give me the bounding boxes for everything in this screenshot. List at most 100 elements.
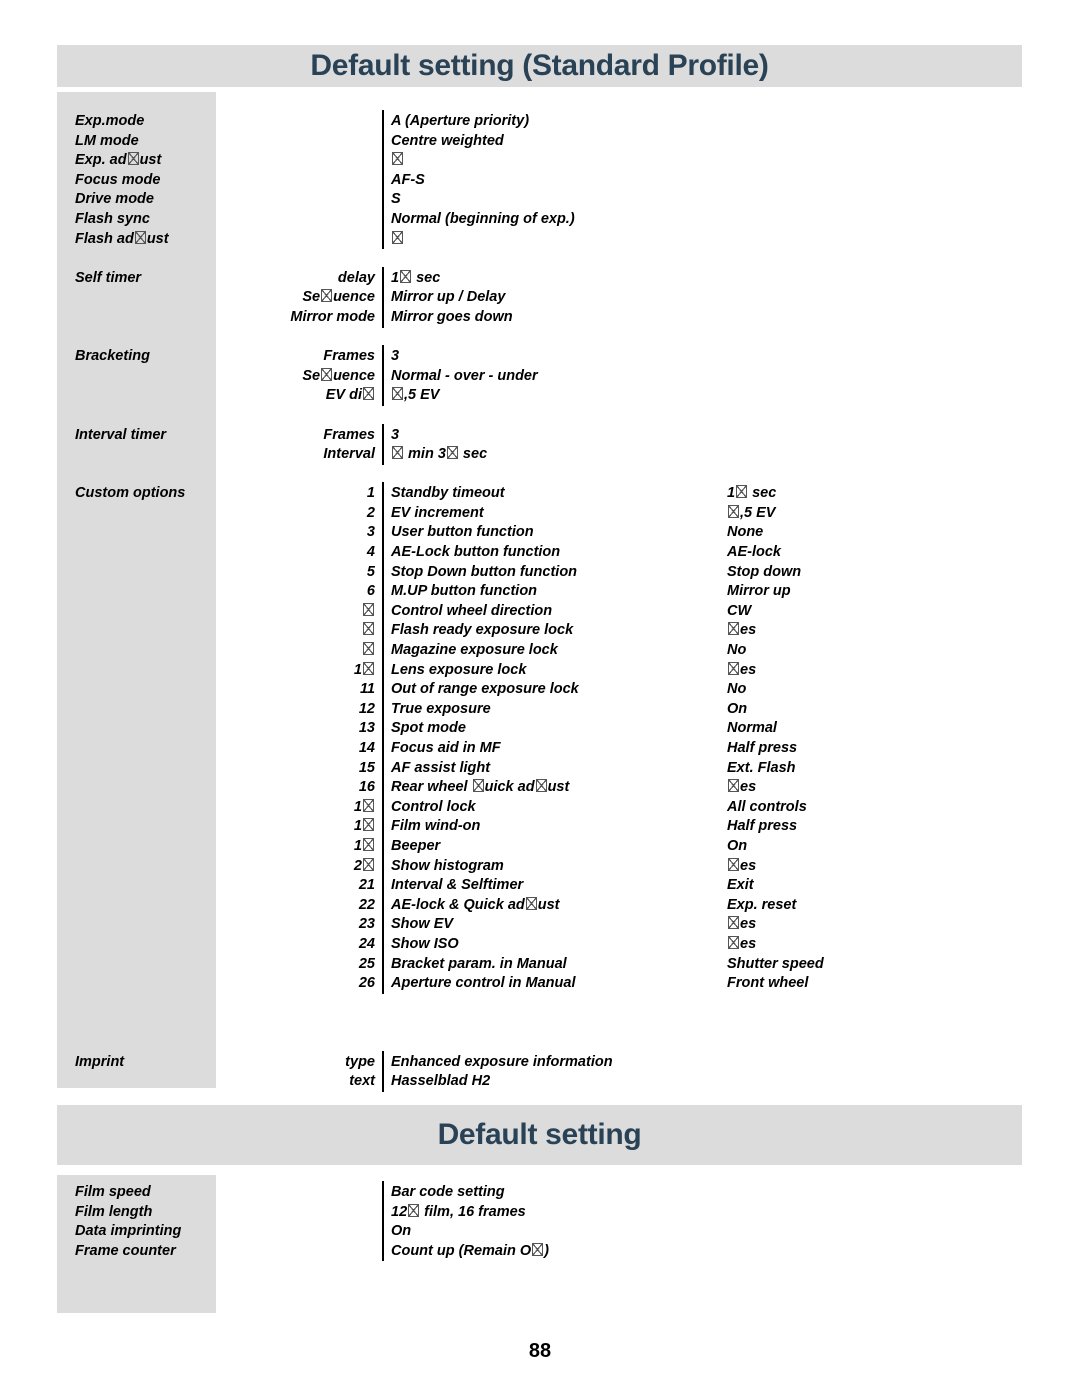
setting-value: Interval & Selftimer xyxy=(391,877,524,894)
table-row: 11 Out of range exposure lock No xyxy=(0,680,1080,700)
missing-glyph-box xyxy=(728,779,739,793)
missing-glyph-box xyxy=(728,661,739,675)
setting-index: 6 xyxy=(366,583,375,600)
column-divider xyxy=(382,482,384,994)
setting-index: 1 xyxy=(296,837,375,857)
setting-value: Normal - over - under xyxy=(391,367,538,384)
setting-value: M.UP button function xyxy=(391,583,538,600)
table-row: 1 Film wind-on Half press xyxy=(0,817,1080,837)
setting-label: Flash sync xyxy=(75,210,150,227)
setting-value-secondary: es xyxy=(727,778,756,798)
table-row xyxy=(0,994,1080,1014)
table-row: EV di ,5 EV xyxy=(0,386,1080,406)
setting-index: 24 xyxy=(358,935,375,952)
setting-value: Bracket param. in Manual xyxy=(391,955,567,972)
table-row: 22 AE-lock & Quick ad ust Exp. reset xyxy=(0,896,1080,916)
setting-value: Control wheel direction xyxy=(391,602,553,619)
missing-glyph-box xyxy=(408,1203,420,1217)
setting-value: Show EV xyxy=(391,916,454,933)
setting-value: Bar code setting xyxy=(391,1184,505,1200)
table-row: Custom options 1 Standby timeout 1 sec xyxy=(0,484,1080,504)
table-row: Frame counter Count up (Remain O) xyxy=(0,1242,1080,1262)
setting-value: 3 xyxy=(391,348,400,365)
setting-label: Custom options xyxy=(75,485,186,502)
setting-value: Count up (Remain O) xyxy=(391,1242,550,1259)
setting-index: 23 xyxy=(358,916,375,933)
missing-glyph-box xyxy=(446,446,458,460)
setting-index: 26 xyxy=(358,975,375,992)
missing-glyph-box xyxy=(728,857,739,871)
table-row: 21 Interval & Selftimer Exit xyxy=(0,876,1080,896)
setting-label: Film length xyxy=(75,1203,153,1220)
setting-index: 16 xyxy=(358,779,375,796)
setting-value: Control lock xyxy=(391,798,476,815)
missing-glyph-box xyxy=(363,622,374,636)
missing-glyph-box xyxy=(363,387,374,401)
missing-glyph-box xyxy=(392,446,403,460)
table-row: 4 AE-Lock button function AE-lock xyxy=(0,543,1080,563)
table-row: Interval timer Frames 3 xyxy=(0,426,1080,446)
missing-glyph-box xyxy=(736,485,748,499)
setting-value-secondary: es xyxy=(727,857,756,877)
setting-value: Spot mode xyxy=(391,720,466,737)
missing-glyph-box xyxy=(532,1242,544,1256)
table-row: Data imprinting On xyxy=(0,1222,1080,1242)
setting-value: Focus aid in MF xyxy=(391,740,501,756)
table-row xyxy=(0,465,1080,485)
table-row: 15 AF assist light Ext. Flash xyxy=(0,759,1080,779)
table-row: LM mode Centre weighted xyxy=(0,132,1080,152)
missing-glyph-box xyxy=(321,289,333,303)
setting-value: Normal (beginning of exp.) xyxy=(391,210,575,227)
setting-value: AF-S xyxy=(391,171,425,188)
setting-index: 2 xyxy=(366,504,375,521)
missing-glyph-box xyxy=(363,661,374,675)
setting-sublabel: Interval xyxy=(323,446,375,463)
setting-value: ,5 EV xyxy=(391,386,439,406)
setting-value: Beeper xyxy=(391,837,441,854)
setting-value: 1 sec xyxy=(391,269,441,286)
setting-value: Flash ready exposure lock xyxy=(391,622,574,639)
table-row: 25 Bracket param. in Manual Shutter speed xyxy=(0,955,1080,975)
table-row: 26 Aperture control in Manual Front wheel xyxy=(0,974,1080,994)
settings-table-film: Film speed Bar code setting Film length 12 … xyxy=(0,1183,1080,1261)
column-divider xyxy=(382,1181,384,1262)
setting-index xyxy=(296,602,375,622)
setting-value-secondary: Shutter speed xyxy=(727,955,824,972)
setting-value-secondary: On xyxy=(727,700,748,717)
table-row: Exp. ad ust xyxy=(0,151,1080,171)
table-row: Film speed Bar code setting xyxy=(0,1183,1080,1203)
setting-value-secondary: 1 sec xyxy=(727,485,777,502)
table-row: 24 Show ISO es xyxy=(0,935,1080,955)
setting-value: Show histogram xyxy=(391,857,504,874)
missing-glyph-box xyxy=(127,152,139,166)
table-row: 12 True exposure On xyxy=(0,700,1080,720)
setting-value: S xyxy=(391,191,401,208)
column-divider xyxy=(382,266,384,328)
setting-value-secondary: None xyxy=(727,524,764,541)
table-row: Exp.mode A (Aperture priority) xyxy=(0,112,1080,132)
table-row: 13 Spot mode Normal xyxy=(0,719,1080,739)
table-row: Drive mode S xyxy=(0,190,1080,210)
missing-glyph-box xyxy=(728,504,739,518)
setting-sublabel: Se uence xyxy=(302,289,375,306)
setting-value-secondary: CW xyxy=(727,602,752,619)
setting-value: Mirror up / Delay xyxy=(391,289,506,306)
missing-glyph-box xyxy=(392,230,403,244)
setting-index: 15 xyxy=(358,759,375,776)
setting-label: Flash ad ust xyxy=(75,230,169,247)
table-row xyxy=(0,1013,1080,1033)
setting-value-secondary: No xyxy=(727,642,747,659)
setting-value-secondary: es xyxy=(727,915,756,935)
setting-index: 1 xyxy=(296,798,375,818)
setting-value: Mirror goes down xyxy=(391,308,513,325)
table-row xyxy=(0,249,1080,269)
table-row: 3 User button function None xyxy=(0,523,1080,543)
setting-value-secondary: No xyxy=(727,681,747,698)
setting-index: 5 xyxy=(366,563,375,580)
table-row xyxy=(0,1033,1080,1053)
setting-value: Rear wheel uick ad ust xyxy=(391,779,570,796)
setting-index: 25 xyxy=(358,955,375,972)
setting-index: 22 xyxy=(358,896,375,913)
setting-index: 11 xyxy=(359,681,375,698)
setting-value: Show ISO xyxy=(391,935,459,952)
